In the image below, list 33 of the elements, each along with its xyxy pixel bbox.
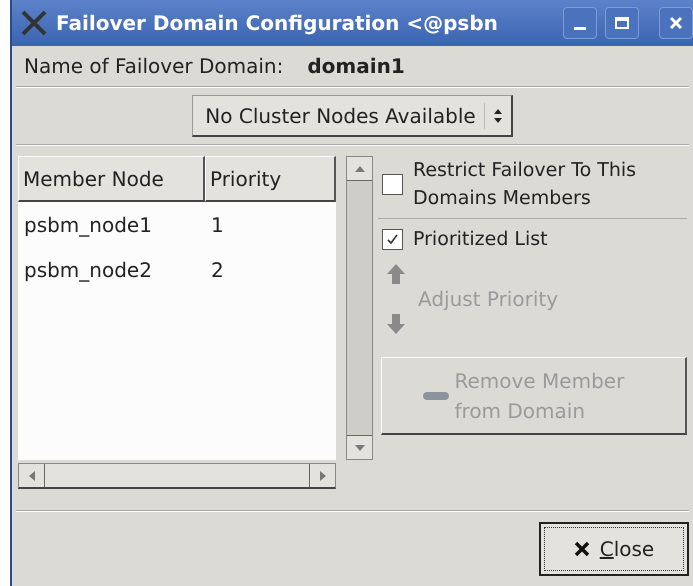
column-header[interactable]: Priority — [205, 156, 336, 202]
scroll-down-icon[interactable] — [347, 435, 372, 459]
vertical-scrollbar[interactable] — [346, 156, 373, 460]
domain-name-value: domain1 — [307, 53, 405, 80]
up-arrow-icon[interactable] — [386, 263, 406, 285]
checkbox[interactable] — [382, 174, 403, 194]
option-label[interactable]: Restrict Failover To This Domains Members — [413, 156, 658, 212]
node-cell-text: psbm_node2 — [23, 256, 153, 284]
horizontal-scrollbar[interactable] — [18, 463, 336, 489]
priority-cell-text: 1 — [210, 212, 224, 238]
node-dropdown[interactable]: No Cluster Nodes Available — [192, 95, 513, 137]
close-icon — [574, 541, 590, 557]
node-cell-text: psbm_node1 — [23, 212, 153, 239]
close-window-button[interactable] — [659, 7, 693, 39]
scroll-up-icon[interactable] — [347, 157, 372, 181]
option-label[interactable]: Prioritized List — [413, 225, 658, 253]
table-row[interactable]: psbm_node1 1 — [18, 202, 336, 247]
domain-name-label: Name of Failover Domain: — [24, 53, 284, 80]
updown-caret-icon — [492, 106, 503, 124]
table-row[interactable]: psbm_node2 2 — [18, 247, 336, 292]
close-button[interactable]: Close — [539, 522, 689, 576]
window-title: Failover Domain Configuration <@psbn — [56, 10, 499, 37]
adjust-priority-label: Adjust Priority — [418, 286, 558, 313]
column-header[interactable]: Member Node — [18, 156, 205, 202]
x-logo-icon — [20, 9, 48, 37]
down-arrow-icon[interactable] — [386, 313, 406, 335]
minus-icon — [422, 392, 448, 400]
close-icon — [669, 16, 683, 30]
maximize-button[interactable] — [605, 7, 639, 39]
minimize-button[interactable] — [563, 7, 597, 39]
checkbox[interactable] — [382, 228, 403, 250]
priority-cell-text: 2 — [210, 256, 224, 284]
checkmark-icon — [386, 232, 399, 246]
